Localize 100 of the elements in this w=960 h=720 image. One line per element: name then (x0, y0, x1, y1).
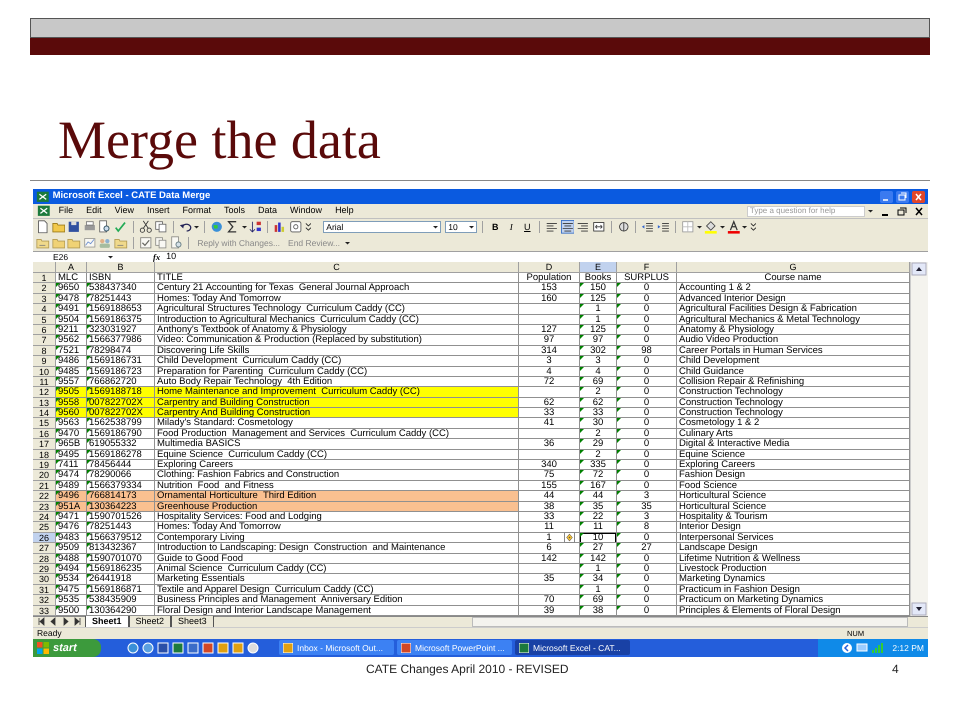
align-center-icon[interactable] (560, 220, 574, 234)
row-header[interactable]: 12 (33, 387, 56, 398)
row-header[interactable]: 24 (33, 512, 56, 522)
menu-item[interactable]: Data (253, 204, 282, 218)
row-header[interactable]: 16 (33, 428, 56, 440)
expand-icon[interactable] (841, 642, 854, 654)
row-header[interactable]: 11 (33, 376, 56, 388)
table-cell: 9486 (56, 356, 87, 367)
sheet-tab[interactable]: Sheet3 (171, 616, 214, 628)
indent-icon[interactable] (656, 220, 670, 234)
minimize-icon[interactable] (880, 190, 893, 202)
taskbar-button[interactable]: Microsoft PowerPoint ... (397, 640, 512, 656)
row-header[interactable]: 5 (33, 314, 56, 325)
row-header[interactable]: 7 (33, 335, 56, 346)
horizontal-scrollbar[interactable] (472, 616, 908, 627)
spreadsheet-icon[interactable] (36, 190, 50, 204)
close-icon[interactable] (912, 190, 925, 202)
scroll-down-icon[interactable] (911, 602, 927, 616)
page-magnifier-icon[interactable] (98, 220, 112, 234)
sheet-tab[interactable]: Sheet1 (85, 616, 129, 628)
window-close-icon[interactable] (914, 206, 924, 216)
sort-icon[interactable] (248, 220, 262, 234)
row-header[interactable]: 2 (33, 283, 56, 294)
align-right-icon[interactable] (576, 220, 590, 234)
column-header[interactable]: E (580, 262, 617, 273)
row-header[interactable]: 20 (33, 470, 56, 481)
row-header[interactable]: 17 (33, 439, 56, 450)
name-box[interactable]: E26 (33, 252, 133, 262)
row-header[interactable]: 18 (33, 450, 56, 460)
column-header[interactable]: B (87, 262, 155, 273)
smart-tag-icon[interactable] (564, 532, 575, 543)
restore-icon[interactable] (896, 190, 909, 202)
window-restore-icon[interactable] (897, 206, 907, 216)
menu-item[interactable]: File (54, 204, 78, 218)
format-button[interactable]: B (488, 220, 502, 234)
function-label[interactable]: fx (153, 250, 160, 264)
column-header[interactable]: C (155, 262, 519, 273)
align-left-icon[interactable] (545, 220, 559, 234)
checkbox-icon[interactable] (138, 236, 152, 250)
scissors-icon[interactable] (138, 220, 152, 234)
row-header[interactable]: 33 (33, 606, 56, 616)
menu-item[interactable]: View (110, 204, 139, 218)
help-search-field[interactable]: Type a question for help (746, 206, 865, 216)
column-header[interactable]: G (677, 262, 910, 273)
row-header[interactable]: 15 (33, 418, 56, 429)
row-header[interactable]: 26 (33, 532, 56, 544)
outdent-icon[interactable] (641, 220, 655, 234)
row-header[interactable]: 23 (33, 502, 56, 512)
row-header[interactable]: 27 (33, 543, 56, 554)
format-button[interactable]: U (520, 220, 534, 234)
merge-cells-icon[interactable] (592, 220, 606, 234)
row-header[interactable]: 31 (33, 584, 56, 596)
row-header[interactable]: 14 (33, 408, 56, 418)
menu-item[interactable]: Insert (142, 204, 174, 218)
row-header[interactable]: 30 (33, 574, 56, 585)
taskbar-button[interactable]: Inbox - Microsoft Out... (279, 640, 394, 656)
font-color-icon[interactable] (726, 220, 740, 234)
scroll-up-icon[interactable] (911, 262, 927, 276)
save-icon[interactable] (67, 220, 81, 234)
spreadsheet-icon[interactable] (172, 642, 184, 654)
row-header[interactable]: 29 (33, 564, 56, 574)
checkmark-icon[interactable] (114, 220, 128, 234)
vertical-scrollbar[interactable] (910, 262, 928, 616)
row-header[interactable]: 10 (33, 366, 56, 377)
row-header[interactable]: 13 (33, 398, 56, 408)
column-header[interactable]: A (56, 262, 87, 273)
taskbar-button[interactable]: Microsoft Excel - CAT... (515, 640, 630, 656)
copy-icon[interactable] (154, 220, 168, 234)
menu-item[interactable]: Edit (81, 204, 107, 218)
spreadsheet-icon[interactable] (37, 204, 51, 218)
row-header[interactable]: 25 (33, 522, 56, 533)
font-dropdown[interactable]: Arial (323, 221, 442, 233)
row-header[interactable]: 32 (33, 595, 56, 606)
column-header[interactable]: D (519, 262, 580, 273)
menu-item[interactable]: Format (178, 204, 216, 218)
row-header[interactable]: 22 (33, 491, 56, 502)
globe-icon[interactable] (142, 642, 154, 654)
menu-item[interactable]: Help (330, 204, 359, 218)
row-header[interactable]: 4 (33, 304, 56, 315)
start-button[interactable]: start (33, 638, 101, 657)
row-header[interactable]: 9 (33, 356, 56, 367)
bar-chart-icon[interactable] (273, 220, 287, 234)
paint-bucket-icon[interactable] (704, 220, 718, 234)
row-header[interactable]: 3 (33, 294, 56, 304)
sheet-tab[interactable]: Sheet2 (128, 616, 172, 628)
menu-item[interactable]: Tools (219, 204, 250, 218)
column-header[interactable]: F (617, 262, 677, 273)
page-magnifier-icon[interactable] (170, 236, 184, 250)
row-header[interactable]: 21 (33, 480, 56, 492)
row-header[interactable]: 8 (33, 346, 56, 356)
folder-icon[interactable] (52, 220, 66, 234)
disc-icon[interactable] (247, 642, 259, 654)
font-size-dropdown[interactable]: 10 (445, 221, 478, 233)
row-header[interactable]: 28 (33, 554, 56, 564)
row-header[interactable]: 1 (33, 273, 56, 284)
menu-item[interactable]: Window (285, 204, 328, 218)
row-header[interactable]: 19 (33, 460, 56, 470)
new-document-icon[interactable] (36, 220, 50, 234)
row-header[interactable]: 6 (33, 324, 56, 336)
format-button[interactable]: I (504, 220, 518, 234)
